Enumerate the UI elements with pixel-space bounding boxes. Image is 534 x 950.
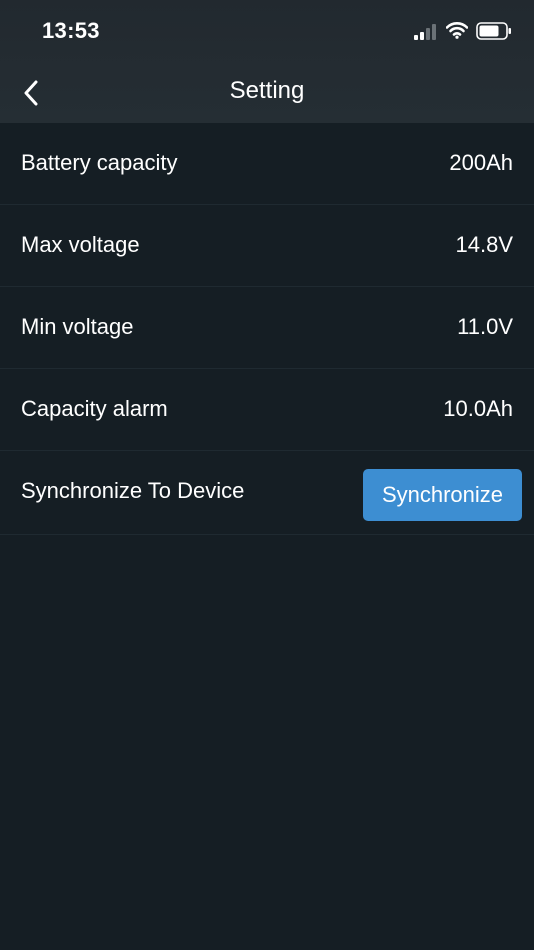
setting-value: 200Ah [449, 150, 513, 175]
setting-value: 10.0Ah [443, 396, 513, 421]
setting-value: 14.8V [455, 232, 514, 257]
settings-list: Battery capacity 200Ah Max voltage 14.8V… [0, 123, 534, 535]
setting-label: Min voltage [21, 314, 134, 339]
setting-row-min-voltage[interactable]: Min voltage 11.0V [0, 287, 534, 369]
sync-label: Synchronize To Device [21, 478, 245, 503]
setting-row-battery-capacity[interactable]: Battery capacity 200Ah [0, 123, 534, 205]
signal-icon [414, 24, 436, 40]
header-area: 13:53 Setting [0, 0, 534, 123]
setting-row-synchronize: Synchronize To Device Synchronize [0, 451, 534, 535]
setting-row-capacity-alarm[interactable]: Capacity alarm 10.0Ah [0, 369, 534, 451]
status-time: 13:53 [42, 18, 100, 43]
status-bar: 13:53 [0, 0, 534, 62]
setting-value: 11.0V [457, 314, 513, 339]
setting-row-max-voltage[interactable]: Max voltage 14.8V [0, 205, 534, 287]
setting-label: Max voltage [21, 232, 140, 257]
battery-icon [476, 22, 511, 40]
navigation-bar: Setting [0, 62, 534, 123]
setting-label: Capacity alarm [21, 396, 168, 421]
synchronize-button[interactable]: Synchronize [363, 469, 522, 521]
page-title: Setting [229, 77, 305, 104]
wifi-icon [446, 22, 468, 39]
setting-label: Battery capacity [21, 150, 178, 175]
